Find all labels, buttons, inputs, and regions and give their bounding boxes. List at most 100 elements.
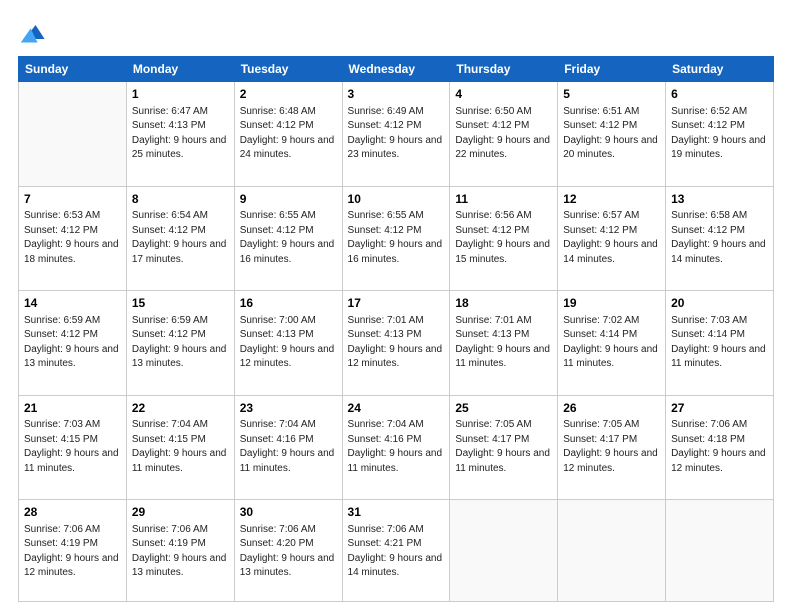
calendar-day-cell (450, 500, 558, 602)
header (18, 18, 774, 46)
weekday-header: Tuesday (234, 57, 342, 82)
day-info: Sunrise: 7:01 AMSunset: 4:13 PMDaylight:… (455, 314, 552, 372)
day-info: Sunrise: 6:53 AMSunset: 4:12 PMDaylight:… (24, 209, 121, 267)
day-number: 19 (563, 295, 660, 312)
calendar-day-cell: 17 Sunrise: 7:01 AMSunset: 4:13 PMDayligh… (342, 291, 450, 396)
day-info: Sunrise: 7:06 AMSunset: 4:19 PMDaylight:… (24, 523, 121, 581)
day-info: Sunrise: 6:55 AMSunset: 4:12 PMDaylight:… (348, 209, 445, 267)
day-info: Sunrise: 6:50 AMSunset: 4:12 PMDaylight:… (455, 105, 552, 163)
day-number: 11 (455, 191, 552, 208)
weekday-header: Monday (126, 57, 234, 82)
day-number: 17 (348, 295, 445, 312)
calendar-day-cell (558, 500, 666, 602)
day-info: Sunrise: 7:00 AMSunset: 4:13 PMDaylight:… (240, 314, 337, 372)
calendar-day-cell: 21Sunrise: 7:03 AMSunset: 4:15 PMDayligh… (19, 395, 127, 500)
logo-icon (18, 18, 46, 46)
day-info: Sunrise: 6:57 AMSunset: 4:12 PMDaylight:… (563, 209, 660, 267)
calendar-day-cell: 25Sunrise: 7:05 AMSunset: 4:17 PMDayligh… (450, 395, 558, 500)
calendar-day-cell: 12Sunrise: 6:57 AMSunset: 4:12 PMDayligh… (558, 186, 666, 291)
day-number: 13 (671, 191, 768, 208)
day-number: 29 (132, 504, 229, 521)
calendar-day-cell: 26Sunrise: 7:05 AMSunset: 4:17 PMDayligh… (558, 395, 666, 500)
day-info: Sunrise: 6:58 AMSunset: 4:12 PMDaylight:… (671, 209, 768, 267)
day-info: Sunrise: 7:01 AMSunset: 4:13 PMDaylight:… (348, 314, 445, 372)
calendar-day-cell: 18 Sunrise: 7:01 AMSunset: 4:13 PMDayligh… (450, 291, 558, 396)
calendar-day-cell: 22Sunrise: 7:04 AMSunset: 4:15 PMDayligh… (126, 395, 234, 500)
weekday-header: Friday (558, 57, 666, 82)
day-number: 14 (24, 295, 121, 312)
calendar-day-cell: 11Sunrise: 6:56 AMSunset: 4:12 PMDayligh… (450, 186, 558, 291)
day-info: Sunrise: 7:06 AMSunset: 4:19 PMDaylight:… (132, 523, 229, 581)
day-info: Sunrise: 6:59 AMSunset: 4:12 PMDaylight:… (24, 314, 121, 372)
weekday-header-row: SundayMondayTuesdayWednesdayThursdayFrid… (19, 57, 774, 82)
day-info: Sunrise: 6:55 AMSunset: 4:12 PMDaylight:… (240, 209, 337, 267)
day-info: Sunrise: 6:56 AMSunset: 4:12 PMDaylight:… (455, 209, 552, 267)
calendar-week-row: 1Sunrise: 6:47 AMSunset: 4:13 PMDaylight… (19, 82, 774, 187)
day-info: Sunrise: 7:02 AMSunset: 4:14 PMDaylight:… (563, 314, 660, 372)
day-number: 20 (671, 295, 768, 312)
calendar-day-cell: 15 Sunrise: 6:59 AMSunset: 4:12 PMDayligh… (126, 291, 234, 396)
calendar-day-cell: 9Sunrise: 6:55 AMSunset: 4:12 PMDaylight… (234, 186, 342, 291)
day-number: 10 (348, 191, 445, 208)
calendar-table: SundayMondayTuesdayWednesdayThursdayFrid… (18, 56, 774, 602)
day-number: 28 (24, 504, 121, 521)
day-number: 1 (132, 86, 229, 103)
day-number: 16 (240, 295, 337, 312)
day-number: 8 (132, 191, 229, 208)
day-number: 25 (455, 400, 552, 417)
day-number: 18 (455, 295, 552, 312)
logo (18, 18, 50, 46)
day-info: Sunrise: 7:05 AMSunset: 4:17 PMDaylight:… (563, 418, 660, 476)
calendar-day-cell: 29 Sunrise: 7:06 AMSunset: 4:19 PMDayligh… (126, 500, 234, 602)
day-info: Sunrise: 7:06 AMSunset: 4:18 PMDaylight:… (671, 418, 768, 476)
day-info: Sunrise: 6:59 AMSunset: 4:12 PMDaylight:… (132, 314, 229, 372)
calendar-day-cell: 2Sunrise: 6:48 AMSunset: 4:12 PMDaylight… (234, 82, 342, 187)
calendar-day-cell: 8Sunrise: 6:54 AMSunset: 4:12 PMDaylight… (126, 186, 234, 291)
day-number: 22 (132, 400, 229, 417)
calendar-day-cell: 7Sunrise: 6:53 AMSunset: 4:12 PMDaylight… (19, 186, 127, 291)
calendar-day-cell: 10Sunrise: 6:55 AMSunset: 4:12 PMDayligh… (342, 186, 450, 291)
day-info: Sunrise: 6:52 AMSunset: 4:12 PMDaylight:… (671, 105, 768, 163)
day-number: 23 (240, 400, 337, 417)
calendar-day-cell: 24Sunrise: 7:04 AMSunset: 4:16 PMDayligh… (342, 395, 450, 500)
weekday-header: Sunday (19, 57, 127, 82)
calendar-week-row: 7Sunrise: 6:53 AMSunset: 4:12 PMDaylight… (19, 186, 774, 291)
day-info: Sunrise: 7:04 AMSunset: 4:16 PMDaylight:… (240, 418, 337, 476)
calendar-week-row: 21Sunrise: 7:03 AMSunset: 4:15 PMDayligh… (19, 395, 774, 500)
calendar-day-cell: 6 Sunrise: 6:52 AMSunset: 4:12 PMDaylight… (666, 82, 774, 187)
calendar-day-cell: 1Sunrise: 6:47 AMSunset: 4:13 PMDaylight… (126, 82, 234, 187)
day-info: Sunrise: 7:05 AMSunset: 4:17 PMDaylight:… (455, 418, 552, 476)
day-info: Sunrise: 7:06 AMSunset: 4:21 PMDaylight:… (348, 523, 445, 581)
day-info: Sunrise: 7:03 AMSunset: 4:14 PMDaylight:… (671, 314, 768, 372)
day-number: 15 (132, 295, 229, 312)
day-info: Sunrise: 6:54 AMSunset: 4:12 PMDaylight:… (132, 209, 229, 267)
day-info: Sunrise: 6:49 AMSunset: 4:12 PMDaylight:… (348, 105, 445, 163)
day-number: 5 (563, 86, 660, 103)
calendar-week-row: 28 Sunrise: 7:06 AMSunset: 4:19 PMDayligh… (19, 500, 774, 602)
weekday-header: Wednesday (342, 57, 450, 82)
day-number: 12 (563, 191, 660, 208)
day-info: Sunrise: 7:06 AMSunset: 4:20 PMDaylight:… (240, 523, 337, 581)
day-number: 30 (240, 504, 337, 521)
calendar-day-cell (666, 500, 774, 602)
weekday-header: Thursday (450, 57, 558, 82)
day-info: Sunrise: 7:04 AMSunset: 4:15 PMDaylight:… (132, 418, 229, 476)
calendar-day-cell: 27Sunrise: 7:06 AMSunset: 4:18 PMDayligh… (666, 395, 774, 500)
calendar-day-cell: 19 Sunrise: 7:02 AMSunset: 4:14 PMDayligh… (558, 291, 666, 396)
day-number: 6 (671, 86, 768, 103)
calendar-day-cell: 30 Sunrise: 7:06 AMSunset: 4:20 PMDayligh… (234, 500, 342, 602)
calendar-day-cell: 3 Sunrise: 6:49 AMSunset: 4:12 PMDaylight… (342, 82, 450, 187)
day-number: 3 (348, 86, 445, 103)
day-number: 27 (671, 400, 768, 417)
day-info: Sunrise: 7:03 AMSunset: 4:15 PMDaylight:… (24, 418, 121, 476)
calendar-day-cell: 20 Sunrise: 7:03 AMSunset: 4:14 PMDayligh… (666, 291, 774, 396)
calendar-day-cell: 4Sunrise: 6:50 AMSunset: 4:12 PMDaylight… (450, 82, 558, 187)
calendar-day-cell: 16 Sunrise: 7:00 AMSunset: 4:13 PMDayligh… (234, 291, 342, 396)
calendar-day-cell: 5Sunrise: 6:51 AMSunset: 4:12 PMDaylight… (558, 82, 666, 187)
day-number: 2 (240, 86, 337, 103)
calendar-day-cell: 14 Sunrise: 6:59 AMSunset: 4:12 PMDayligh… (19, 291, 127, 396)
page: SundayMondayTuesdayWednesdayThursdayFrid… (0, 0, 792, 612)
day-number: 9 (240, 191, 337, 208)
weekday-header: Saturday (666, 57, 774, 82)
day-number: 24 (348, 400, 445, 417)
